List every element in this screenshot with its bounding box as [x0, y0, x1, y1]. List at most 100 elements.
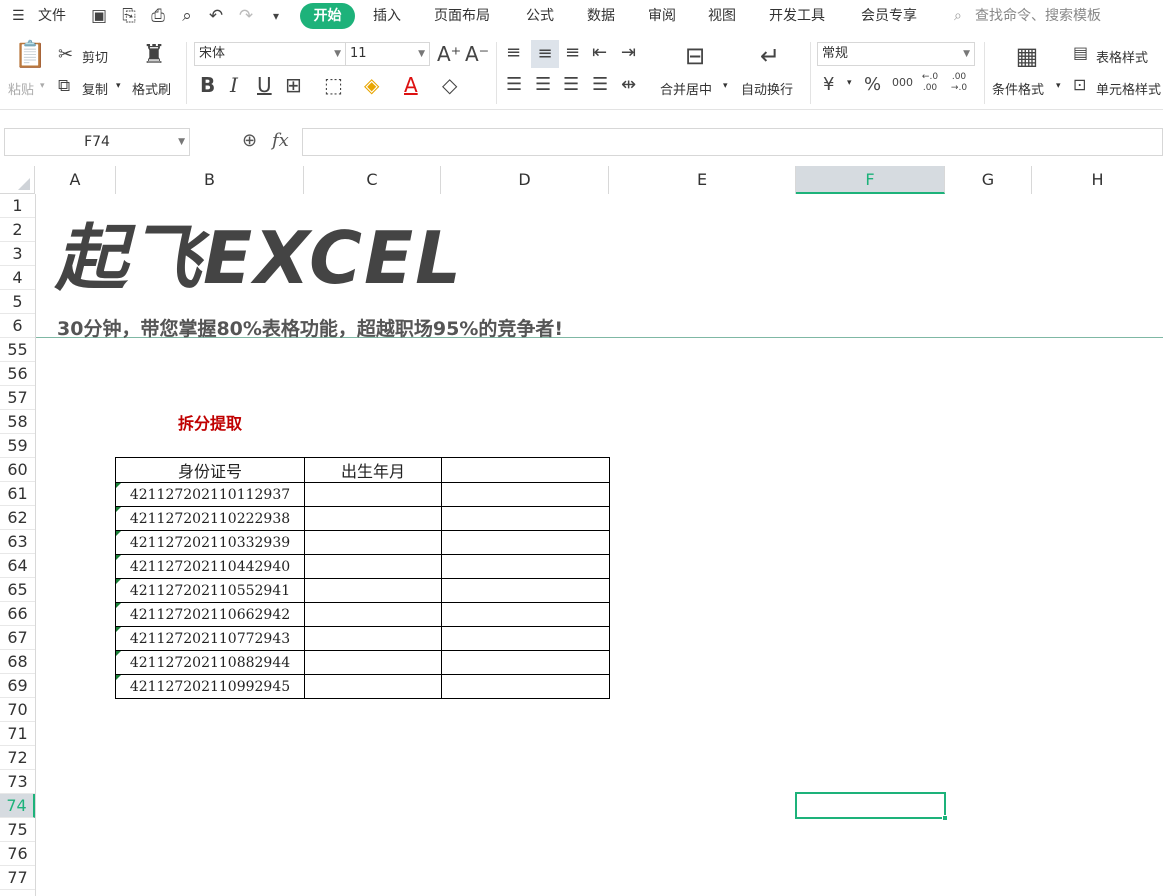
column-header-b[interactable]: B — [116, 166, 304, 194]
format-painter-button[interactable]: 格式刷 — [132, 79, 171, 98]
format-painter-icon[interactable]: ♜ — [140, 40, 168, 70]
tab-page-layout[interactable]: 页面布局 — [434, 6, 490, 26]
id-cell[interactable]: 421127202110332939 — [115, 530, 305, 555]
table-style-icon[interactable]: ▤ — [1073, 43, 1088, 62]
id-cell[interactable]: 421127202110222938 — [115, 506, 305, 531]
column-header-g[interactable]: G — [945, 166, 1032, 194]
extra-cell[interactable] — [441, 506, 610, 531]
extra-cell[interactable] — [441, 650, 610, 675]
print-icon[interactable]: ⎙ — [147, 5, 169, 27]
cut-button[interactable]: 剪切 — [82, 47, 108, 66]
active-cell-f74[interactable] — [795, 792, 948, 821]
save-icon[interactable]: ▣ — [88, 5, 110, 27]
column-header-a[interactable]: A — [35, 166, 116, 194]
decrease-indent-icon[interactable]: ⇤ — [592, 42, 607, 63]
row-header[interactable]: 77 — [0, 866, 35, 890]
copy-dropdown-icon[interactable]: ▾ — [116, 81, 121, 91]
align-top-icon[interactable]: ≡ — [506, 42, 521, 63]
row-header[interactable]: 5 — [0, 290, 35, 314]
name-box-dropdown-icon[interactable]: ▼ — [178, 129, 185, 155]
tab-data[interactable]: 数据 — [587, 6, 615, 26]
row-header[interactable]: 71 — [0, 722, 35, 746]
id-cell[interactable]: 421127202110882944 — [115, 650, 305, 675]
increase-decimal-icon[interactable]: ←.0 .00 — [919, 72, 941, 94]
cell-style-button[interactable]: 单元格样式 — [1096, 79, 1163, 98]
align-left-icon[interactable]: ☰ — [506, 74, 522, 95]
row-header[interactable]: 64 — [0, 554, 35, 578]
row-header[interactable]: 3 — [0, 242, 35, 266]
row-header[interactable]: 59 — [0, 434, 35, 458]
extra-cell[interactable] — [441, 530, 610, 555]
cut-icon[interactable]: ✂ — [58, 44, 73, 65]
conditional-dropdown-icon[interactable]: ▾ — [1056, 81, 1061, 91]
birth-cell[interactable] — [304, 674, 442, 699]
row-header[interactable]: 76 — [0, 842, 35, 866]
fill-handle[interactable] — [942, 815, 948, 821]
underline-icon[interactable]: U — [257, 73, 272, 97]
align-right-icon[interactable]: ☰ — [563, 74, 579, 95]
id-cell[interactable]: 421127202110442940 — [115, 554, 305, 579]
align-center-icon[interactable]: ☰ — [535, 74, 551, 95]
row-header[interactable]: 65 — [0, 578, 35, 602]
id-cell[interactable]: 421127202110772943 — [115, 626, 305, 651]
hamburger-icon[interactable]: ☰ — [12, 6, 25, 26]
column-header-e[interactable]: E — [609, 166, 796, 194]
bold-icon[interactable]: B — [200, 73, 215, 97]
merge-dropdown-icon[interactable]: ▾ — [723, 81, 728, 91]
increase-font-icon[interactable]: A⁺ — [437, 42, 461, 66]
conditional-format-icon[interactable]: ▦ — [1011, 42, 1043, 70]
tab-member[interactable]: 会员专享 — [861, 6, 917, 26]
column-header-d[interactable]: D — [441, 166, 609, 194]
customize-toolbar-icon[interactable]: ▾ — [265, 5, 287, 27]
row-header[interactable]: 56 — [0, 362, 35, 386]
row-header[interactable]: 68 — [0, 650, 35, 674]
tab-view[interactable]: 视图 — [708, 6, 736, 26]
formula-input[interactable] — [302, 128, 1163, 156]
id-cell[interactable]: 421127202110112937 — [115, 482, 305, 507]
italic-icon[interactable]: I — [230, 73, 238, 97]
column-header-c[interactable]: C — [304, 166, 441, 194]
table-style-button[interactable]: 表格样式 — [1096, 47, 1148, 66]
tab-formulas[interactable]: 公式 — [526, 6, 554, 26]
file-menu[interactable]: 文件 — [38, 6, 66, 26]
birth-cell[interactable] — [304, 578, 442, 603]
birth-cell[interactable] — [304, 554, 442, 579]
birth-cell[interactable] — [304, 602, 442, 627]
decrease-font-icon[interactable]: A⁻ — [465, 42, 489, 66]
row-header[interactable]: 69 — [0, 674, 35, 698]
row-header[interactable]: 72 — [0, 746, 35, 770]
row-header[interactable]: 1 — [0, 194, 35, 218]
currency-dropdown-icon[interactable]: ▾ — [847, 78, 852, 88]
row-header[interactable]: 60 — [0, 458, 35, 482]
percent-icon[interactable]: % — [864, 74, 881, 95]
number-format-select[interactable]: 常规 ▼ — [817, 42, 975, 66]
row-header[interactable]: 67 — [0, 626, 35, 650]
id-cell[interactable]: 421127202110992945 — [115, 674, 305, 699]
birth-cell[interactable] — [304, 530, 442, 555]
row-header[interactable]: 57 — [0, 386, 35, 410]
row-header[interactable]: 58 — [0, 410, 35, 434]
row-header[interactable]: 6 — [0, 314, 35, 338]
cell-style-icon[interactable]: ⬚ — [324, 73, 343, 97]
header-birth-date[interactable]: 出生年月 — [304, 457, 442, 483]
font-color-icon[interactable]: A — [404, 73, 418, 97]
command-search[interactable]: 查找命令、搜索模板 — [975, 6, 1101, 26]
cell-style-2-icon[interactable]: ⊡ — [1073, 75, 1086, 94]
column-header-f[interactable]: F — [796, 166, 945, 194]
clear-format-icon[interactable]: ◇ — [442, 73, 457, 97]
wrap-text-button[interactable]: 自动换行 — [741, 79, 793, 98]
id-cell[interactable]: 421127202110662942 — [115, 602, 305, 627]
decrease-decimal-icon[interactable]: .00 →.0 — [948, 72, 970, 94]
birth-cell[interactable] — [304, 482, 442, 507]
justify-icon[interactable]: ☰ — [592, 74, 608, 95]
extra-cell[interactable] — [441, 626, 610, 651]
row-header[interactable]: 63 — [0, 530, 35, 554]
name-box[interactable]: F74 ▼ — [4, 128, 190, 156]
align-middle-icon[interactable]: ≡ — [531, 40, 559, 68]
fill-color-icon[interactable]: ◈ — [364, 73, 379, 97]
tab-insert[interactable]: 插入 — [373, 6, 401, 26]
undo-icon[interactable]: ↶ — [205, 5, 227, 27]
export-pdf-icon[interactable]: ⎘ — [118, 5, 140, 27]
id-cell[interactable]: 421127202110552941 — [115, 578, 305, 603]
column-header-h[interactable]: H — [1032, 166, 1163, 194]
